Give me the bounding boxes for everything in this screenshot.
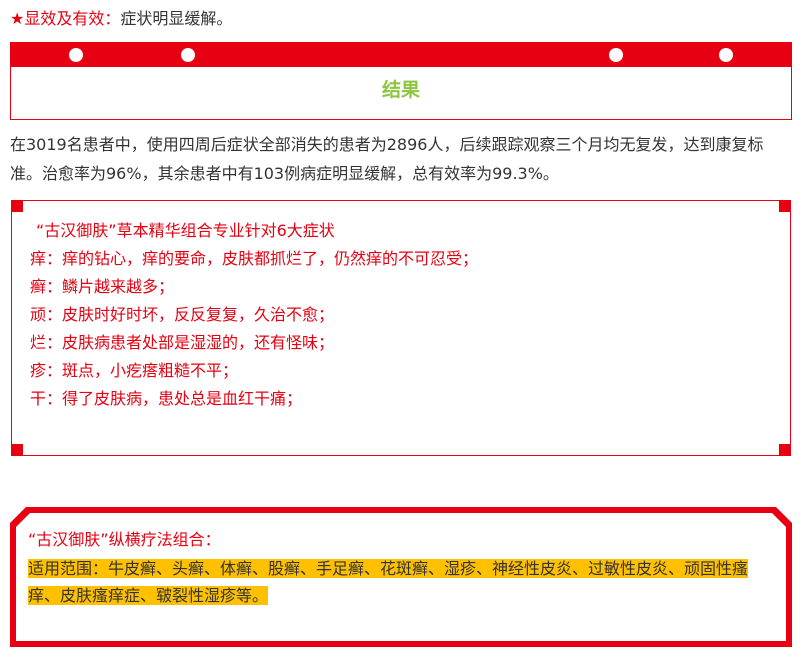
effect-line: ★显效及有效：症状明显缓解。 [10, 6, 232, 32]
symptom-item: 干：得了皮肤病，患处总是血红干痛； [30, 389, 303, 408]
corner-decoration [11, 200, 23, 212]
banner-bar [11, 43, 791, 67]
symptoms-box: “古汉御肤”草本精华组合专业针对6大症状 痒：痒的钻心，痒的要命，皮肤都抓烂了，… [11, 200, 791, 456]
dot-icon [609, 48, 623, 62]
effect-label: 显效及有效： [24, 9, 121, 28]
symptoms-title: “古汉御肤”草本精华组合专业针对6大症状 [36, 221, 335, 240]
treatment-scope: 适用范围：牛皮癣、头癣、体癣、股癣、手足癣、花斑癣、湿疹、神经性皮炎、过敏性皮炎… [28, 555, 778, 609]
symptom-item: 顽：皮肤时好时坏，反反复复，久治不愈； [30, 305, 335, 324]
dot-icon [181, 48, 195, 62]
result-paragraph: 在3019名患者中，使用四周后症状全部消失的患者为2896人，后续跟踪观察三个月… [10, 135, 764, 183]
dot-icon [719, 48, 733, 62]
treatment-box: “古汉御肤”纵横疗法组合： 适用范围：牛皮癣、头癣、体癣、股癣、手足癣、花斑癣、… [10, 507, 792, 647]
treatment-box-inner: “古汉御肤”纵横疗法组合： 适用范围：牛皮癣、头癣、体癣、股癣、手足癣、花斑癣、… [16, 513, 786, 641]
result-title: 结果 [381, 79, 420, 101]
effect-text: 症状明显缓解。 [120, 9, 233, 28]
corner-decoration [11, 444, 23, 456]
symptom-item: 疹：斑点，小疙瘩粗糙不平； [30, 361, 239, 380]
corner-decoration [779, 200, 791, 212]
corner-decoration [779, 444, 791, 456]
dot-icon [69, 48, 83, 62]
result-banner: 结果 [10, 42, 792, 120]
symptom-item: 痒：痒的钻心，痒的要命，皮肤都抓烂了，仍然痒的不可忍受； [30, 249, 479, 268]
treatment-title: “古汉御肤”纵横疗法组合： [28, 530, 221, 549]
symptom-item: 癣：鳞片越来越多； [30, 277, 175, 296]
symptom-item: 烂：皮肤病患者处部是湿湿的，还有怪味； [30, 333, 335, 352]
scope-highlight: 适用范围：牛皮癣、头癣、体癣、股癣、手足癣、花斑癣、湿疹、神经性皮炎、过敏性皮炎… [28, 559, 749, 605]
star-icon: ★ [10, 9, 25, 28]
